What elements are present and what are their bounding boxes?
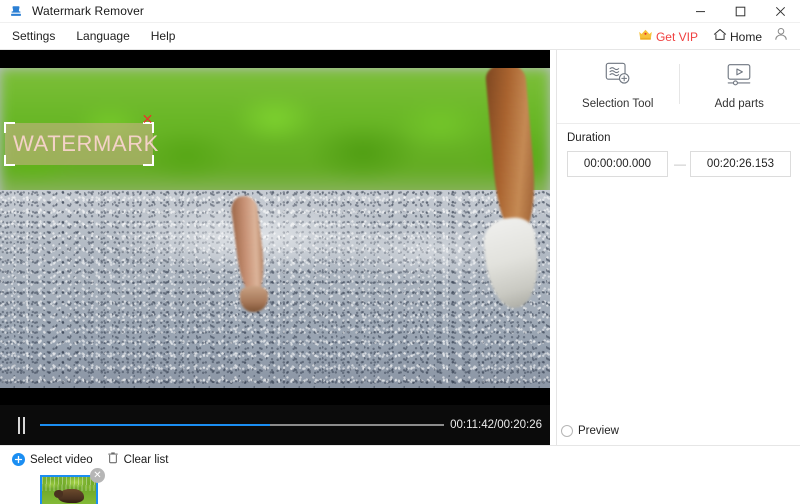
user-icon [774,27,788,46]
selection-tool-button[interactable]: Selection Tool [557,50,679,123]
menu-settings[interactable]: Settings [3,25,64,47]
resize-handle-top-left[interactable] [4,122,15,133]
window-title: Watermark Remover [32,4,144,18]
watermark-text: WATERMARK [13,131,159,157]
clear-list-button[interactable]: Clear list [107,451,169,469]
close-button[interactable] [760,0,800,23]
menu-help[interactable]: Help [142,25,185,47]
stamp-icon [8,3,24,19]
bottom-actions: Select video Clear list [0,446,800,470]
crown-icon [638,28,653,46]
video-dust [0,183,550,292]
add-parts-button[interactable]: Add parts [679,50,800,123]
duration-row: 00:00:00.000 — 00:20:26.153 [567,151,792,177]
duration-block: Duration 00:00:00.000 — 00:20:26.153 [557,124,800,177]
duration-end-input[interactable]: 00:20:26.153 [690,151,791,177]
menu-bar-right: Get VIP Home [631,23,796,50]
duration-title: Duration [567,132,792,144]
maximize-button[interactable] [720,0,760,23]
seek-track[interactable] [40,424,444,426]
menu-bar: Settings Language Help Get VIP [0,23,800,50]
preview-option[interactable]: Preview [561,425,619,437]
add-parts-label: Add parts [715,98,764,110]
duration-start-input[interactable]: 00:00:00.000 [567,151,668,177]
home-button[interactable]: Home [705,26,770,48]
player-bar: 00:11:42/00:20:26 [0,405,550,445]
screen-play-icon [724,58,754,92]
get-vip-button[interactable]: Get VIP [631,26,705,48]
preview-label: Preview [578,425,619,437]
thumbnail-bear [58,489,84,503]
app-window: Watermark Remover Settings Language Help [0,0,800,504]
plus-circle-icon [12,453,25,466]
trash-icon [107,451,119,469]
duration-dash: — [674,157,684,171]
selection-tool-label: Selection Tool [582,98,653,110]
bottom-bar: Select video Clear list ✕ [0,445,800,504]
seek-progress [40,424,270,426]
resize-handle-bottom-right[interactable] [143,155,154,166]
right-panel: Selection Tool Add parts Duration 00:00: [556,50,800,445]
resize-handle-bottom-left[interactable] [4,155,15,166]
bear-video-thumbnail[interactable] [40,475,98,504]
watermark-selection-box[interactable]: WATERMARK ✕ [5,123,153,165]
thumbnail-strip: ✕ [0,470,800,504]
remove-thumbnail-icon[interactable]: ✕ [90,468,105,483]
minimize-button[interactable] [680,0,720,23]
menu-language[interactable]: Language [67,25,138,47]
playback-time: 00:11:42/00:20:26 [450,419,542,431]
preview-radio[interactable] [561,425,573,437]
home-label: Home [730,30,762,44]
pause-button[interactable] [4,405,38,445]
pause-icon-bar-right [23,417,25,434]
get-vip-label: Get VIP [656,30,698,44]
thumbnail-item[interactable]: ✕ [40,475,98,504]
tools-divider [679,64,680,104]
house-icon [713,28,727,46]
seek-bar[interactable] [40,405,444,445]
blur-add-icon [603,58,633,92]
tools-row: Selection Tool Add parts [557,50,800,124]
title-bar: Watermark Remover [0,0,800,23]
window-controls [680,0,800,23]
video-stage[interactable]: WATERMARK ✕ [0,50,550,405]
pause-icon-bar-left [18,417,20,434]
select-video-label: Select video [30,454,93,466]
account-button[interactable] [770,25,796,48]
video-frame [0,68,550,388]
clear-list-label: Clear list [124,454,169,466]
select-video-button[interactable]: Select video [12,453,93,466]
remove-selection-icon[interactable]: ✕ [141,112,154,125]
